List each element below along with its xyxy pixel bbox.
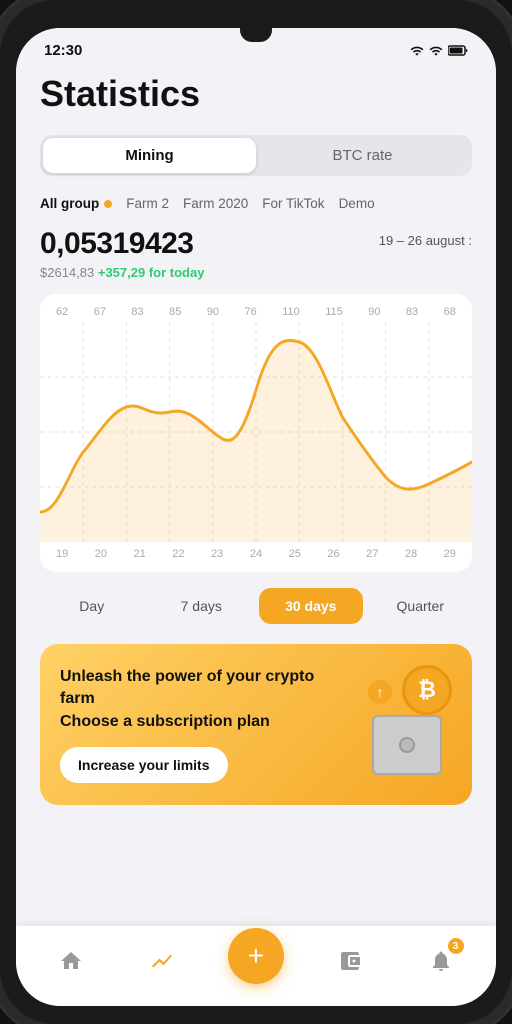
group-demo[interactable]: Demo <box>339 196 375 211</box>
period-buttons: Day 7 days 30 days Quarter <box>40 588 472 624</box>
date-range[interactable]: 19 – 26 august : <box>379 233 472 248</box>
wifi-icon <box>429 44 443 58</box>
chart-x-labels: 19 20 21 22 23 24 25 26 27 28 29 <box>40 542 472 564</box>
wallet-icon <box>337 948 363 974</box>
nav-wallet[interactable] <box>325 936 375 986</box>
bottom-nav: + 3 <box>16 926 496 1006</box>
tabs-container: Mining BTC rate <box>40 135 472 176</box>
group-filter: All group Farm 2 Farm 2020 For TikTok De… <box>40 196 472 211</box>
period-day[interactable]: Day <box>40 588 144 624</box>
coin-arrow: ↑ <box>368 680 392 704</box>
notification-badge: 3 <box>448 938 464 954</box>
plus-icon: + <box>248 942 264 970</box>
tab-btcrate[interactable]: BTC rate <box>256 138 469 173</box>
group-farm2020[interactable]: Farm 2020 <box>183 196 248 211</box>
bitcoin-coin: ₿ <box>402 665 452 715</box>
nav-chart[interactable] <box>137 936 187 986</box>
tab-mining[interactable]: Mining <box>43 138 256 173</box>
stats-value-row: 0,05319423 19 – 26 august : <box>40 227 472 261</box>
banner-title: Unleash the power of your crypto farmCho… <box>60 666 342 733</box>
increase-limits-button[interactable]: Increase your limits <box>60 747 228 783</box>
sub-value: $2614,83 +357,29 for today <box>40 265 472 280</box>
main-value: 0,05319423 <box>40 227 194 261</box>
group-dot <box>104 200 112 208</box>
main-content: Statistics Mining BTC rate All group Far… <box>16 65 496 1006</box>
page-title: Statistics <box>40 73 472 115</box>
chart-icon <box>149 948 175 974</box>
today-change: +357,29 for today <box>98 265 205 280</box>
chart-y-labels: 62 67 83 85 90 76 110 115 90 83 68 <box>40 306 472 318</box>
nav-home[interactable] <box>46 936 96 986</box>
banner-text: Unleash the power of your crypto farmCho… <box>60 666 342 783</box>
group-tiktok[interactable]: For TikTok <box>262 196 324 211</box>
group-all[interactable]: All group <box>40 196 112 211</box>
home-icon <box>58 948 84 974</box>
chart-container: 62 67 83 85 90 76 110 115 90 83 68 <box>40 294 472 572</box>
battery-icon <box>448 45 468 56</box>
nav-add-button[interactable]: + <box>228 928 284 984</box>
period-quarter[interactable]: Quarter <box>369 588 473 624</box>
status-time: 12:30 <box>44 42 82 59</box>
signal-icon <box>410 44 424 58</box>
period-30days[interactable]: 30 days <box>259 588 363 624</box>
status-icons <box>410 44 468 58</box>
promo-banner: Unleash the power of your crypto farmCho… <box>40 644 472 805</box>
period-7days[interactable]: 7 days <box>150 588 254 624</box>
banner-image: ₿ ↑ <box>342 675 452 775</box>
chart-svg <box>40 322 472 542</box>
group-farm2[interactable]: Farm 2 <box>126 196 169 211</box>
safe-handle <box>399 737 415 753</box>
nav-notifications[interactable]: 3 <box>416 936 466 986</box>
safe-box <box>372 715 442 775</box>
